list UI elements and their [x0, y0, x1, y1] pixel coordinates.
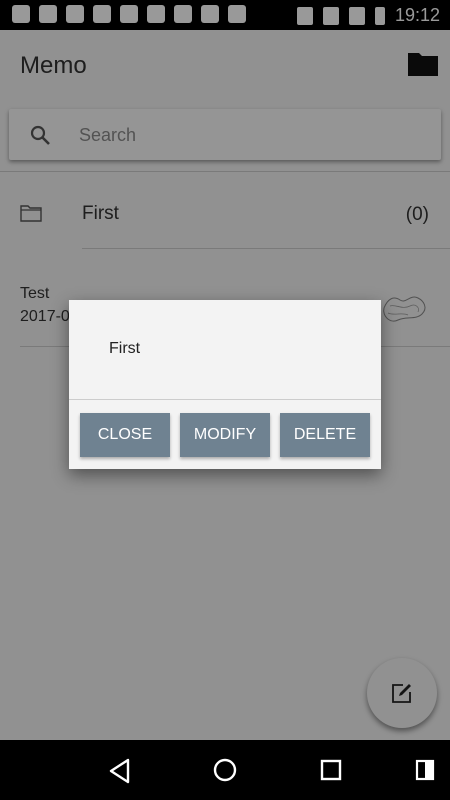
- close-button[interactable]: CLOSE: [80, 413, 170, 457]
- dialog-message: First: [109, 340, 141, 357]
- app-screen: 19:12 Memo First (0) Test 2017-0: [0, 0, 450, 740]
- delete-button[interactable]: DELETE: [280, 413, 370, 457]
- modify-button[interactable]: MODIFY: [180, 413, 270, 457]
- navigation-bar: [0, 740, 450, 800]
- dialog-divider: [69, 399, 381, 400]
- back-icon[interactable]: [108, 758, 132, 784]
- home-icon[interactable]: [213, 758, 237, 782]
- folder-options-dialog: First CLOSE MODIFY DELETE: [69, 300, 381, 469]
- switch-icon[interactable]: [415, 759, 435, 781]
- recent-apps-icon[interactable]: [320, 759, 342, 781]
